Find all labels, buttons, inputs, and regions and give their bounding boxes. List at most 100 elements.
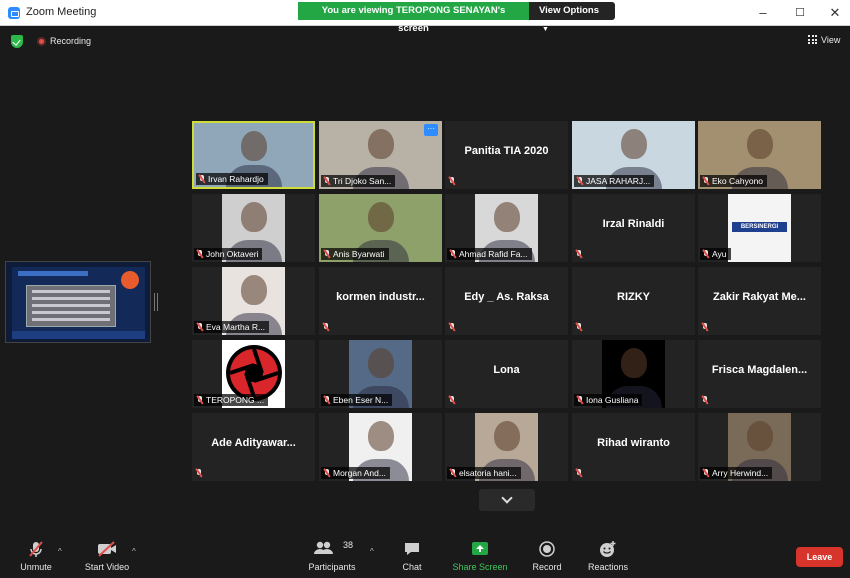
participant-tile[interactable]: Irzal Rinaldi — [572, 194, 695, 262]
participant-name: John Oktaveri — [206, 249, 259, 259]
participant-tile[interactable]: Irvan Rahardjo — [192, 121, 315, 189]
muted-mic-icon — [323, 323, 329, 331]
slide-footer — [12, 331, 145, 339]
viewing-message: You are viewing TEROPONG SENAYAN's scree… — [298, 2, 529, 34]
more-options-button[interactable]: ··· — [424, 124, 438, 136]
recording-label: Recording — [50, 36, 92, 46]
muted-mic-icon — [702, 396, 708, 404]
muted-mic-icon — [197, 250, 203, 258]
muted-mic-icon — [703, 250, 709, 258]
leave-button[interactable]: Leave — [796, 547, 843, 567]
participant-tile[interactable]: BERSINERGI Ayu — [698, 194, 821, 262]
minimize-button[interactable]: – — [754, 4, 772, 22]
participants-options-caret[interactable]: ^ — [370, 547, 374, 556]
participant-name-label: Tri Djoko San... — [321, 175, 396, 187]
person-silhouette — [367, 129, 394, 159]
poster-text: BERSINERGI — [732, 222, 787, 232]
participant-name: Morgan And... — [333, 468, 386, 478]
person-silhouette — [367, 421, 394, 451]
reactions-label: Reactions — [587, 562, 629, 572]
record-label: Record — [532, 562, 562, 572]
record-button[interactable]: Record — [531, 540, 563, 572]
person-silhouette — [240, 202, 267, 232]
participant-tile[interactable]: Lona — [445, 340, 568, 408]
share-screen-button[interactable]: Share Screen — [450, 540, 510, 572]
participant-name-label: Eva Martha R... — [194, 321, 270, 333]
participant-tile[interactable]: JASA RAHARJ... — [572, 121, 695, 189]
participants-label: Participants — [308, 562, 356, 572]
muted-mic-icon — [576, 323, 582, 331]
participant-name-title: Frisca Magdalen... — [711, 364, 808, 376]
maximize-button[interactable]: ☐ — [791, 4, 809, 22]
view-options-button[interactable]: View Options ▼ — [529, 2, 615, 33]
muted-mic-icon — [450, 250, 456, 258]
muted-mic-icon — [199, 175, 205, 183]
close-button[interactable]: ✕ — [826, 4, 844, 22]
reactions-button[interactable]: Reactions — [587, 540, 629, 572]
participant-tile[interactable]: Rihad wiranto — [572, 413, 695, 481]
participant-tile[interactable]: Eva Martha R... — [192, 267, 315, 335]
participant-tile[interactable]: TEROPONG ... — [192, 340, 315, 408]
participant-tile[interactable]: Edy _ As. Raksa — [445, 267, 568, 335]
participant-tile[interactable]: Iona Gusliana — [572, 340, 695, 408]
participant-name-label: Irvan Rahardjo — [196, 173, 268, 185]
panel-splitter-handle[interactable] — [154, 293, 158, 311]
participant-tile[interactable]: Panitia TIA 2020 — [445, 121, 568, 189]
slide-header — [18, 271, 88, 276]
participant-name-label: John Oktaveri — [194, 248, 263, 260]
slide-logo — [121, 271, 139, 289]
start-video-button[interactable]: Start Video — [82, 540, 132, 572]
view-options-label: View Options — [539, 5, 600, 16]
participant-name-title: Zakir Rakyat Me... — [713, 291, 806, 303]
participant-name: Anis Byarwati — [333, 249, 385, 259]
participant-name-label: TEROPONG ... — [194, 394, 269, 406]
participant-tile[interactable]: Eko Cahyono — [698, 121, 821, 189]
chat-button[interactable]: Chat — [397, 540, 427, 572]
participant-tile[interactable]: Ahmad Rafid Fa... — [445, 194, 568, 262]
participant-name-label: elsatoria hani... — [447, 467, 521, 479]
muted-mic-icon — [449, 396, 455, 404]
participant-name: Tri Djoko San... — [333, 176, 392, 186]
participant-name-title: Lona — [493, 364, 520, 376]
participant-name-label: JASA RAHARJ... — [574, 175, 655, 187]
muted-mic-icon — [324, 250, 330, 258]
participants-icon: 38 — [305, 540, 359, 558]
participant-name: Ahmad Rafid Fa... — [459, 249, 528, 259]
muted-mic-icon — [197, 323, 203, 331]
participant-tile[interactable]: John Oktaveri — [192, 194, 315, 262]
participant-video: BERSINERGI — [728, 194, 791, 262]
participant-tile[interactable]: Zakir Rakyat Me... — [698, 267, 821, 335]
unmute-button[interactable]: Unmute — [18, 540, 54, 572]
participant-tile[interactable]: Ade Adityawar... — [192, 413, 315, 481]
security-shield-icon[interactable] — [11, 35, 23, 48]
participant-name-title: Ade Adityawar... — [211, 437, 296, 449]
person-silhouette — [620, 348, 647, 378]
unmute-label: Unmute — [20, 562, 52, 572]
muted-mic-icon — [196, 469, 202, 477]
participant-tile[interactable]: Tri Djoko San... ··· — [319, 121, 442, 189]
participant-tile[interactable]: kormen industr... — [319, 267, 442, 335]
chat-bubble-icon — [397, 540, 427, 558]
muted-mic-icon — [577, 177, 583, 185]
chevron-down-icon: ▼ — [542, 26, 549, 33]
participant-name-label: Eko Cahyono — [700, 175, 768, 187]
participant-name-label: Eben Eser N... — [321, 394, 393, 406]
shared-screen-thumbnail[interactable] — [5, 261, 151, 343]
participant-tile[interactable]: Arry Herwind... — [698, 413, 821, 481]
participant-tile[interactable]: Morgan And... — [319, 413, 442, 481]
presentation-slide — [12, 267, 145, 339]
participants-button[interactable]: 38 Participants — [305, 540, 359, 572]
participant-tile[interactable]: elsatoria hani... — [445, 413, 568, 481]
muted-mic-icon — [449, 177, 455, 185]
participant-tile[interactable]: RIZKY — [572, 267, 695, 335]
participant-tile[interactable]: Anis Byarwati — [319, 194, 442, 262]
gallery-view: Irvan Rahardjo Tri Djoko San... ··· Panitia… — [192, 121, 821, 481]
smiley-icon — [587, 540, 629, 558]
gallery-next-page-button[interactable] — [479, 489, 535, 511]
video-options-caret[interactable]: ^ — [132, 547, 136, 556]
view-button[interactable]: View — [808, 35, 840, 45]
participant-tile[interactable]: Eben Eser N... — [319, 340, 442, 408]
participant-tile[interactable]: Frisca Magdalen... — [698, 340, 821, 408]
audio-options-caret[interactable]: ^ — [58, 547, 62, 556]
participant-name: Iona Gusliana — [586, 395, 639, 405]
